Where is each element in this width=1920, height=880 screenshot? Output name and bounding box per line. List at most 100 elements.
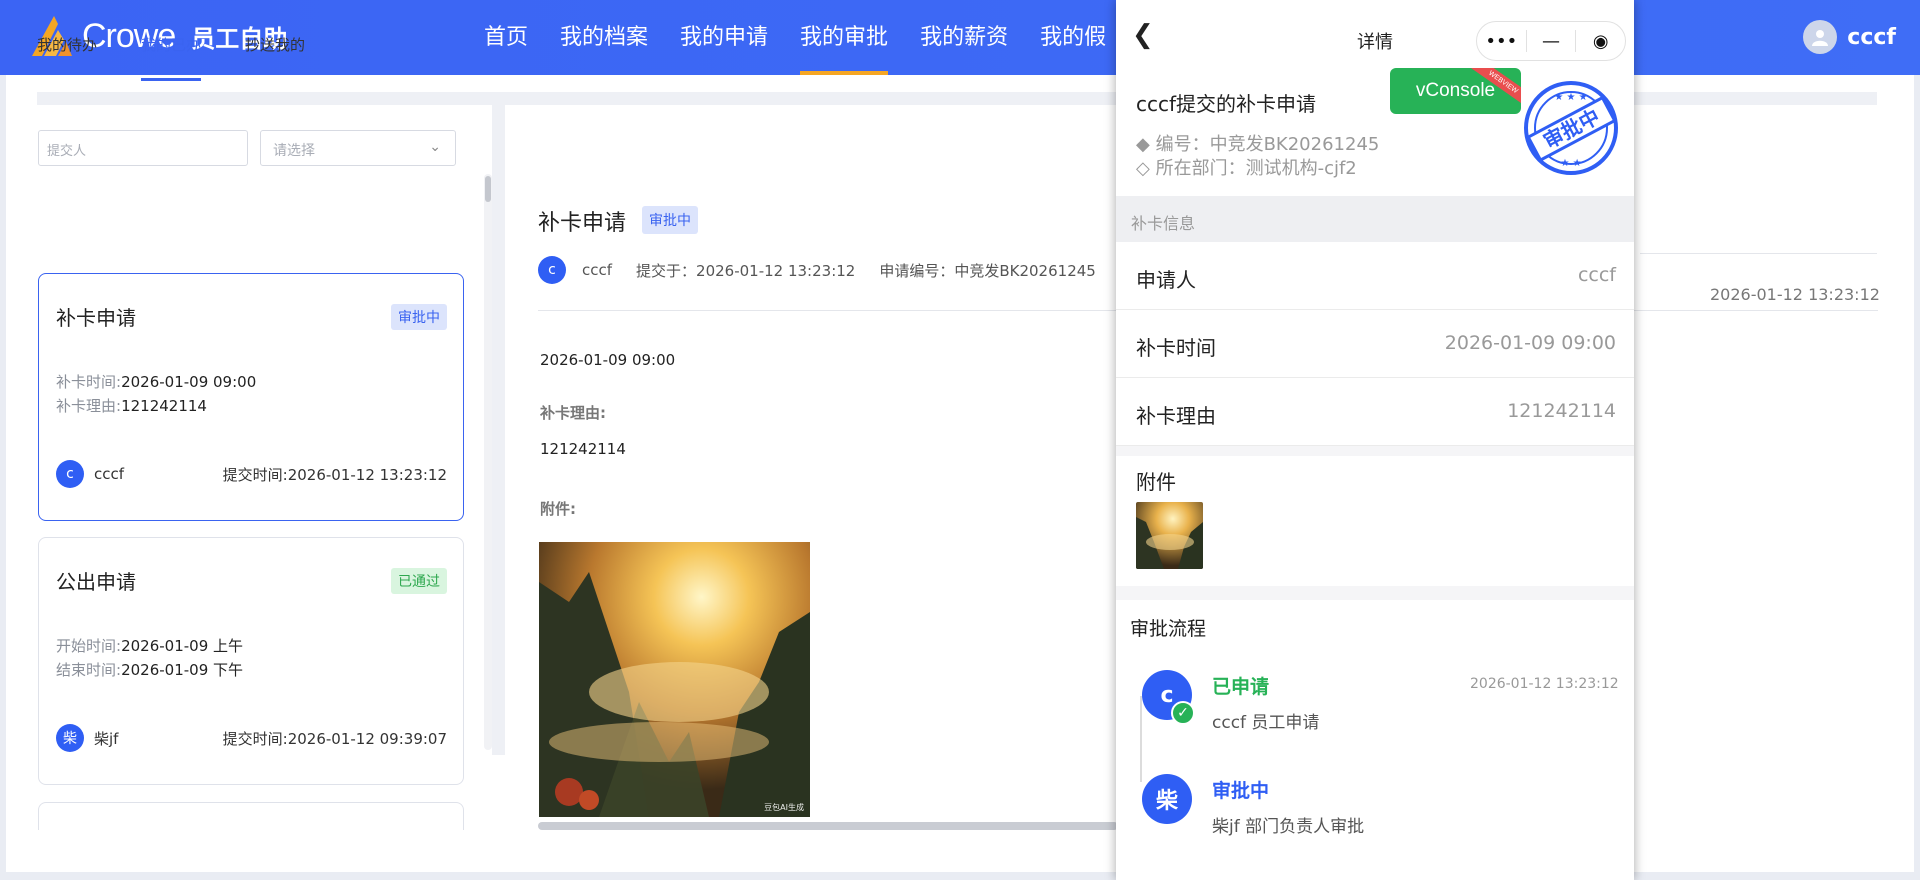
- tab-done[interactable]: 我的已办: [141, 34, 223, 82]
- tab-pending[interactable]: 我的待办: [37, 34, 119, 82]
- flow-time: 2026-01-12 13:23:12: [1710, 285, 1880, 304]
- info-row: 补卡时间 2026-01-09 09:00: [1116, 310, 1634, 378]
- field-value: 2026-01-09 下午: [121, 661, 244, 679]
- more-icon[interactable]: •••: [1477, 31, 1526, 52]
- status-badge: 已通过: [391, 568, 447, 594]
- detail-time-value: 2026-01-09 09:00: [540, 351, 676, 369]
- submit-time: 提交时间:2026-01-12 09:39:07: [223, 728, 447, 749]
- column-divider: [492, 105, 505, 755]
- info-label: 补卡时间: [1136, 336, 1216, 360]
- detail-reason-value: 121242114: [540, 440, 626, 458]
- list-item[interactable]: 公出申请 已通过 开始时间:2026-01-09 上午 结束时间:2026-01…: [38, 537, 464, 785]
- attachment-image[interactable]: 豆包AI生成: [539, 542, 810, 817]
- mobile-webview: ❮ 详情 ••• — ◉ cccf提交的补卡申请 ◆ 编号：中竞发BK20261…: [1116, 0, 1634, 880]
- submit-time-value: 2026-01-12 13:23:12: [287, 465, 447, 484]
- info-value: 121242114: [1507, 400, 1616, 422]
- stamp-text: 审批中: [1539, 104, 1603, 153]
- flow-desc: cccf 员工申请: [1212, 713, 1320, 733]
- application-dept-text: 所在部门：测试机构-cjf2: [1155, 158, 1357, 179]
- miniprogram-capsule: ••• — ◉: [1476, 21, 1626, 61]
- status-select[interactable]: 请选择 ⌄: [260, 130, 456, 166]
- horizontal-scrollbar[interactable]: [538, 822, 1118, 830]
- nav-item-my-approvals[interactable]: 我的审批: [784, 0, 904, 75]
- flow-avatar: 柴: [1142, 774, 1192, 824]
- card-title: 补卡申请: [56, 306, 136, 330]
- info-label: 申请人: [1136, 268, 1196, 292]
- avatar: c: [538, 256, 566, 284]
- flow-status: 已申请: [1212, 676, 1270, 698]
- user-avatar-icon: [1803, 20, 1838, 54]
- image-watermark: 豆包AI生成: [764, 803, 804, 812]
- approving-stamp: 审批中 ★ ★ ★ ★ ★: [1521, 78, 1621, 178]
- field-value: 2026-01-09 09:00: [121, 373, 257, 391]
- vconsole-button[interactable]: vConsole WEBVIEW: [1390, 68, 1521, 114]
- layers-icon: ◆: [1136, 134, 1156, 155]
- application-dept: ◇ 所在部门：测试机构-cjf2: [1136, 154, 1357, 180]
- svg-text:★ ★: ★ ★: [1560, 158, 1581, 169]
- list-item[interactable]: 补卡申请 审批中 补卡时间:2026-01-09 09:00 补卡理由:1212…: [38, 273, 464, 521]
- card-field: 补卡理由:121242114: [56, 395, 207, 416]
- detail-meta: c cccf 提交于：2026-01-12 13:23:12 申请编号：中竞发B…: [538, 256, 1096, 284]
- nav-item-home[interactable]: 首页: [468, 0, 544, 75]
- status-select-placeholder: 请选择: [273, 143, 315, 159]
- info-label: 补卡理由: [1136, 404, 1216, 428]
- detail-status-badge: 审批中: [642, 206, 698, 234]
- card-field: 开始时间:2026-01-09 上午: [56, 635, 243, 656]
- flow-status: 审批中: [1212, 780, 1270, 802]
- submit-time-value: 2026-01-12 09:39:07: [287, 729, 447, 748]
- flow-desc: 柴jf 部门负责人审批: [1212, 817, 1365, 837]
- detail-code: 申请编号：中竞发BK20261245: [879, 261, 1096, 280]
- approval-flow: 审批流程: [1116, 600, 1634, 880]
- list-mask: [30, 830, 470, 870]
- flow-connector: [1140, 696, 1142, 782]
- field-label: 结束时间:: [56, 661, 122, 679]
- main-nav: 首页 我的档案 我的申请 我的审批 我的薪资 我的假: [468, 0, 1122, 75]
- nav-item-salary[interactable]: 我的薪资: [904, 0, 1024, 75]
- nav-item-profile[interactable]: 我的档案: [544, 0, 664, 75]
- application-code-text: 编号：中竞发BK20261245: [1155, 134, 1380, 155]
- list-scrollbar-thumb[interactable]: [485, 176, 491, 202]
- field-value: 121242114: [121, 397, 207, 415]
- card-field: 补卡时间:2026-01-09 09:00: [56, 371, 256, 392]
- application-code: ◆ 编号：中竞发BK20261245: [1136, 130, 1379, 156]
- info-value: 2026-01-09 09:00: [1444, 332, 1616, 354]
- submitter-name: 柴jf: [94, 729, 119, 748]
- tag-icon: ◇: [1136, 158, 1156, 179]
- info-row: 申请人 cccf: [1116, 242, 1634, 310]
- detail-reason-label: 补卡理由:: [540, 404, 606, 422]
- submit-time-label: 提交时间:: [222, 465, 288, 484]
- check-icon: ✓: [1171, 701, 1195, 725]
- info-row: 补卡理由 121242114: [1116, 378, 1634, 446]
- section-header: 补卡信息: [1116, 196, 1634, 242]
- card-footer: c cccf 提交时间:2026-01-12 13:23:12: [56, 460, 447, 488]
- list-scrollbar[interactable]: [484, 174, 492, 750]
- submit-time: 提交时间:2026-01-12 13:23:12: [223, 464, 447, 485]
- user-name: cccf: [1847, 24, 1896, 50]
- chevron-down-icon: ⌄: [429, 139, 441, 155]
- avatar: c: [56, 460, 84, 488]
- section-title: 补卡信息: [1131, 214, 1196, 233]
- nav-item-leave[interactable]: 我的假: [1024, 0, 1122, 75]
- vconsole-label: vConsole: [1415, 80, 1496, 101]
- submitter-input[interactable]: 提交人: [38, 130, 248, 166]
- card-footer: 柴 柴jf 提交时间:2026-01-12 09:39:07: [56, 724, 447, 752]
- flow-time: 2026-01-12 13:23:12: [1470, 676, 1619, 692]
- svg-text:★ ★ ★: ★ ★ ★: [1554, 92, 1587, 103]
- card-field: 结束时间:2026-01-09 下午: [56, 659, 243, 680]
- user-menu[interactable]: cccf: [1803, 20, 1896, 54]
- minimize-icon[interactable]: —: [1527, 31, 1576, 52]
- field-label: 补卡理由:: [56, 397, 122, 415]
- nav-item-my-applications[interactable]: 我的申请: [664, 0, 784, 75]
- approval-tabs: 我的待办 我的已办 抄送我的: [37, 34, 349, 82]
- attachment-thumbnail[interactable]: [1136, 502, 1203, 569]
- attachment-label: 附件: [1136, 470, 1176, 494]
- submitter-name: cccf: [94, 465, 125, 483]
- tab-cc[interactable]: 抄送我的: [245, 34, 327, 82]
- application-title: cccf提交的补卡申请: [1136, 92, 1317, 116]
- field-label: 开始时间:: [56, 637, 122, 655]
- close-target-icon[interactable]: ◉: [1576, 31, 1625, 52]
- detail-title: 补卡申请: [538, 211, 627, 236]
- divider: [1640, 253, 1877, 254]
- detail-submitted-time: 提交于：2026-01-12 13:23:12: [636, 261, 856, 280]
- detail-submitter: cccf: [582, 261, 613, 279]
